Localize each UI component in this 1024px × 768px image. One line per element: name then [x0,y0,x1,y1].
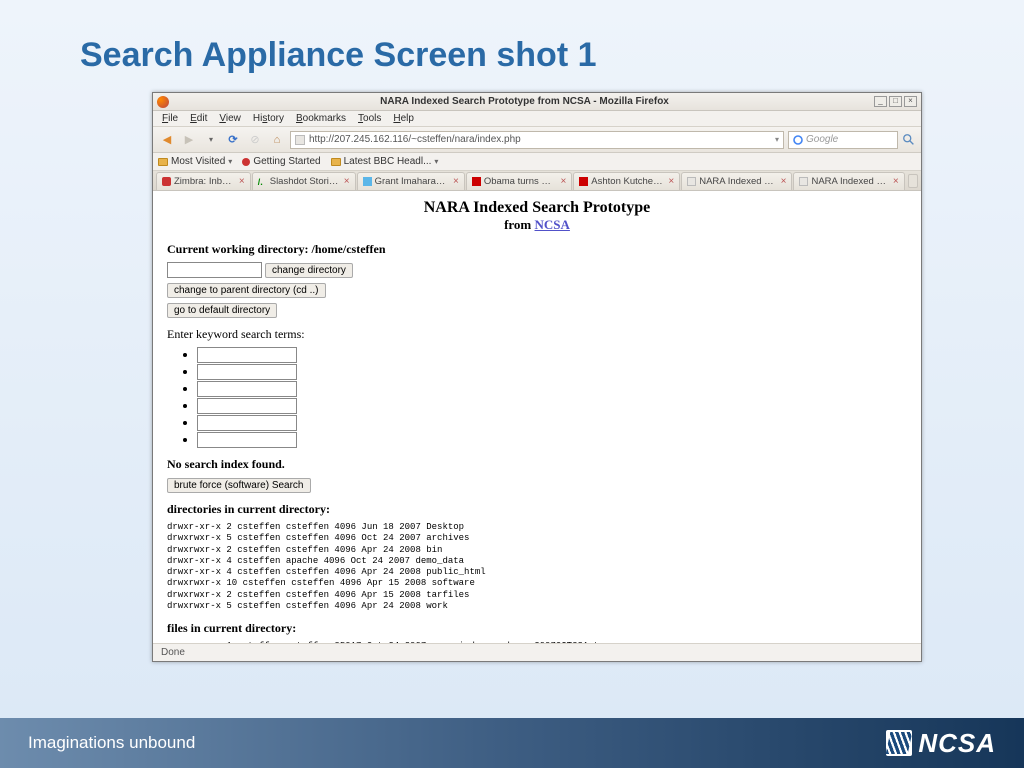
keyword-input-3[interactable] [197,381,297,397]
tab-close-icon[interactable]: × [239,176,245,187]
forward-button[interactable]: ▶ [180,131,198,149]
menu-file[interactable]: File [157,113,183,124]
navigation-toolbar: ◀ ▶ ▾ ⟳ ⊘ ⌂ http://207.245.162.116/~cste… [153,127,921,153]
keyword-input-5[interactable] [197,415,297,431]
directories-listing: drwxr-xr-x 2 csteffen csteffen 4096 Jun … [167,522,907,612]
search-icon[interactable] [902,133,916,147]
folder-icon [158,158,168,166]
url-text: http://207.245.162.116/~csteffen/nara/in… [309,134,771,145]
folder-icon [331,158,341,166]
tab-close-icon[interactable]: × [560,176,566,187]
brute-force-search-button[interactable]: brute force (software) Search [167,478,311,493]
reload-button[interactable]: ⟳ [224,131,242,149]
page-icon [295,135,305,145]
cnn-icon [579,177,588,186]
tab-nara-2[interactable]: NARA Indexed Searc...× [793,172,904,190]
tab-obama[interactable]: Obama turns contro...× [466,172,572,190]
keyword-input-6[interactable] [197,432,297,448]
back-button[interactable]: ◀ [158,131,176,149]
tab-slashdot[interactable]: /.Slashdot Stories (20)× [252,172,356,190]
page-icon [799,177,808,186]
status-bar: Done [153,643,921,661]
page-content: NARA Indexed Search Prototype from NCSA … [153,191,921,643]
tab-bar: Zimbra: Inbox (78)× /.Slashdot Stories (… [153,171,921,191]
page-title: NARA Indexed Search Prototype [167,199,907,217]
maximize-button[interactable]: □ [889,96,902,107]
ncsa-mark-icon [886,730,912,756]
new-tab-button[interactable] [908,174,918,188]
status-text: Done [161,647,185,658]
window-title: NARA Indexed Search Prototype from NCSA … [175,96,874,107]
directories-heading: directories in current directory: [167,502,907,517]
firefox-icon [157,96,169,108]
ncsa-link[interactable]: NCSA [535,217,570,232]
bookmark-most-visited[interactable]: Most Visited▾ [158,156,232,167]
url-dropdown-icon[interactable]: ▾ [775,135,779,144]
zimbra-icon [162,177,171,186]
parent-directory-button[interactable]: change to parent directory (cd ..) [167,283,326,298]
tab-close-icon[interactable]: × [893,176,899,187]
recent-dropdown[interactable]: ▾ [202,131,220,149]
bookmark-bbc[interactable]: Latest BBC Headl...▾ [331,156,439,167]
bookmarks-toolbar: Most Visited▾ Getting Started Latest BBC… [153,153,921,171]
google-icon [793,135,803,145]
directory-input[interactable] [167,262,262,278]
cwd-label: Current working directory: /home/csteffe… [167,242,907,257]
menu-view[interactable]: View [214,113,246,124]
tab-close-icon[interactable]: × [668,176,674,187]
moz-icon [242,158,250,166]
tab-close-icon[interactable]: × [453,176,459,187]
menu-bookmarks[interactable]: Bookmarks [291,113,351,124]
keyword-list [197,347,907,448]
tab-close-icon[interactable]: × [781,176,787,187]
search-box[interactable]: Google [788,131,898,149]
page-subtitle: from NCSA [167,217,907,233]
change-directory-button[interactable]: change directory [265,263,353,278]
menu-help[interactable]: Help [388,113,419,124]
menu-tools[interactable]: Tools [353,113,386,124]
menu-history[interactable]: History [248,113,289,124]
search-placeholder: Google [806,134,838,145]
minimize-button[interactable]: _ [874,96,887,107]
files-heading: files in current directory: [167,621,907,636]
bookmark-getting-started[interactable]: Getting Started [242,156,320,167]
menu-bar: File Edit View History Bookmarks Tools H… [153,111,921,127]
ncsa-logo: NCSA [886,728,996,759]
home-button[interactable]: ⌂ [268,131,286,149]
keyword-label: Enter keyword search terms: [167,327,907,342]
close-button[interactable]: × [904,96,917,107]
default-directory-button[interactable]: go to default directory [167,303,277,318]
keyword-input-2[interactable] [197,364,297,380]
tab-kutcher[interactable]: Ashton Kutcher fulfil...× [573,172,680,190]
ncsa-logo-text: NCSA [918,728,996,759]
browser-window: NARA Indexed Search Prototype from NCSA … [152,92,922,662]
url-bar[interactable]: http://207.245.162.116/~csteffen/nara/in… [290,131,784,149]
slide-footer: Imaginations unbound NCSA [0,718,1024,768]
menu-edit[interactable]: Edit [185,113,212,124]
cnn-icon [472,177,481,186]
slide-title: Search Appliance Screen shot 1 [80,36,597,75]
tab-nara-1[interactable]: NARA Indexed Searc...× [681,172,792,190]
no-index-label: No search index found. [167,457,907,472]
page-icon [687,177,696,186]
tab-zimbra[interactable]: Zimbra: Inbox (78)× [156,172,251,190]
window-titlebar: NARA Indexed Search Prototype from NCSA … [153,93,921,111]
slashdot-icon: /. [258,177,267,186]
keyword-input-4[interactable] [197,398,297,414]
stop-button[interactable]: ⊘ [246,131,264,149]
tab-grant[interactable]: Grant Imahara (gran...× [357,172,465,190]
tab-close-icon[interactable]: × [344,176,350,187]
footer-tagline: Imaginations unbound [28,733,886,753]
keyword-input-1[interactable] [197,347,297,363]
twitter-icon [363,177,372,186]
